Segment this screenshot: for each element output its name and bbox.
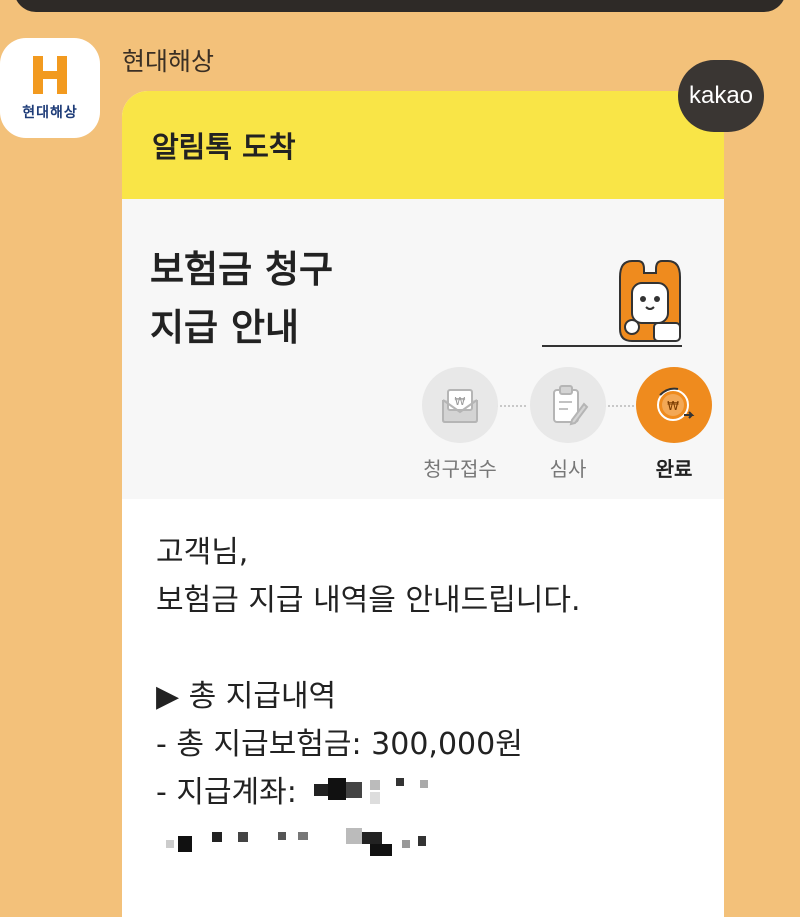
sender-name: 현대해상 [122,47,215,76]
step-claim-received: ₩ [422,367,498,443]
step-label-claim: 청구접수 [423,457,497,481]
intro-text: 보험금 지급 내역을 안내드립니다. [156,583,581,618]
step-complete: ₩ [636,367,712,443]
clipboard-pen-icon [553,385,589,426]
greeting-text: 고객님, [156,535,249,570]
step-connector [604,405,634,407]
message-header: 알림톡 도착 [122,91,724,199]
top-bar [0,0,800,12]
hyundai-h-logo-icon [33,56,67,94]
svg-text:₩: ₩ [455,395,466,408]
account-line: - 지급계좌: [156,769,694,817]
message-hero: 보험금 청구 지급 안내 ₩ ₩ 청구접수 심사 완료 [122,199,724,499]
profile-logo-text: 현대해상 [22,105,78,121]
section-title: ▶ 총 지급내역 [156,679,337,714]
step-connector [496,405,526,407]
sender-profile-avatar[interactable]: 현대해상 [0,38,100,138]
hero-title: 보험금 청구 지급 안내 [150,241,333,357]
step-label-review: 심사 [549,457,587,481]
account-line-2 [156,817,694,865]
hero-title-line1: 보험금 청구 [150,248,334,291]
total-paid-text: - 총 지급보험금: 300,000원 [156,727,523,762]
top-bar-edge [14,0,786,12]
mascot-character-icon [619,260,681,342]
coin-cycle-icon: ₩ [657,387,695,421]
message-header-title: 알림톡 도착 [152,130,296,164]
envelope-won-icon: ₩ [442,389,478,423]
account-label: - 지급계좌: [156,775,297,810]
hero-underline [542,345,682,347]
kakao-badge: kakao [678,60,764,132]
step-review [530,367,606,443]
message-body: 고객님, 보험금 지급 내역을 안내드립니다. ▶ 총 지급내역 - 총 지급보… [122,499,724,865]
redacted-account-holder [166,822,446,862]
hero-title-line2: 지급 안내 [150,306,300,349]
step-label-complete: 완료 [655,457,693,481]
redacted-account-number [306,774,446,814]
svg-text:₩: ₩ [667,399,679,413]
message-bubble[interactable]: 알림톡 도착 보험금 청구 지급 안내 ₩ ₩ 청구접수 심사 완료 고객님, … [122,91,724,917]
